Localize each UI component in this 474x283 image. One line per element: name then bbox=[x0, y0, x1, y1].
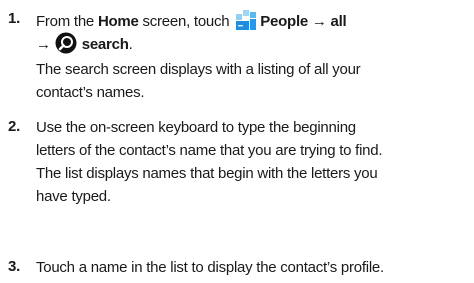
search-label: search bbox=[81, 36, 129, 53]
step-1-result-line-1: The search screen displays with a listin… bbox=[36, 61, 361, 78]
step-1-result-line-2: contact’s names. bbox=[36, 84, 145, 101]
step-2-line-2: letters of the contact’s name that you a… bbox=[36, 142, 383, 159]
step-1-instruction: From the Home screen, touch People → all bbox=[36, 10, 347, 32]
arrow: → bbox=[36, 36, 51, 53]
step-1-search-line: → search. bbox=[36, 32, 133, 55]
people-all-path: People → all bbox=[260, 13, 347, 30]
step-3-line-1: Touch a name in the list to display the … bbox=[36, 259, 384, 276]
step-2-line-4: have typed. bbox=[36, 188, 111, 205]
step-number: 3. bbox=[8, 258, 21, 275]
step-number: 1. bbox=[8, 10, 21, 27]
step-2-line-1: Use the on-screen keyboard to type the b… bbox=[36, 119, 356, 136]
people-hub-icon bbox=[236, 10, 257, 30]
step-number: 2. bbox=[8, 118, 21, 135]
search-icon bbox=[55, 32, 77, 54]
instruction-page: 1. From the Home screen, touch People → … bbox=[0, 0, 474, 283]
step-2-line-3: The list displays names that begin with … bbox=[36, 165, 378, 182]
home-label: Home bbox=[97, 13, 139, 30]
